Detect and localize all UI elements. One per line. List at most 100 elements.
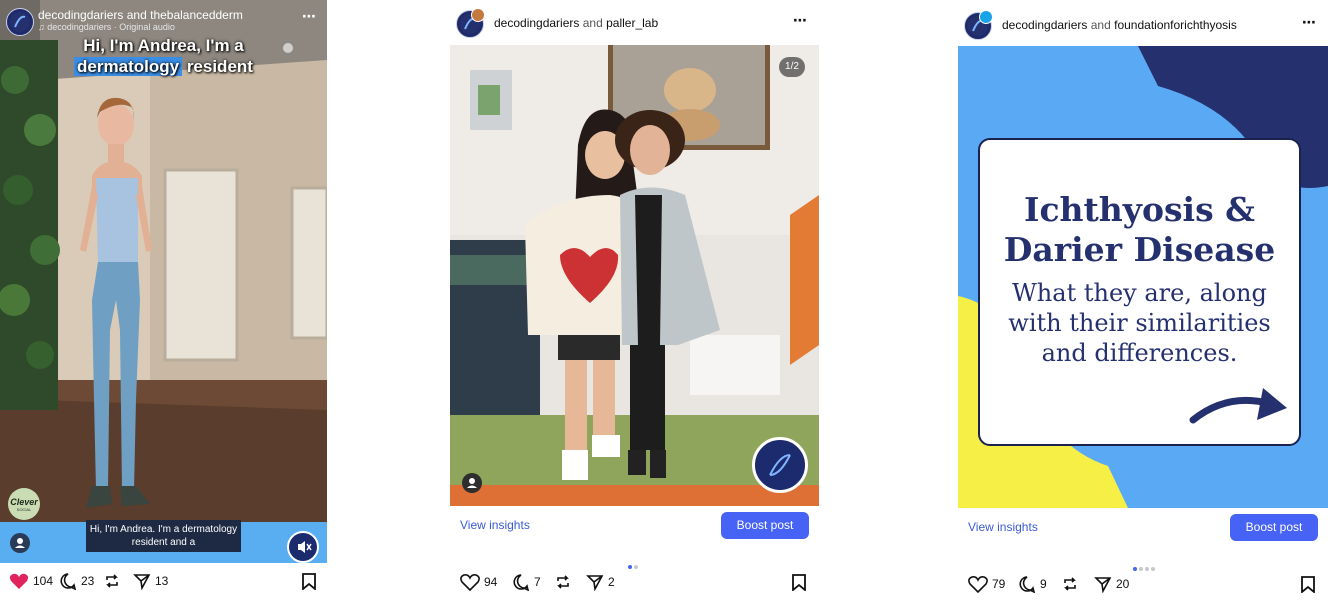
card-body-line3: and differences.: [1041, 339, 1238, 367]
conj: and: [582, 16, 603, 30]
carousel-dot: [634, 565, 638, 569]
share-button[interactable]: 13: [133, 569, 168, 593]
photo-post: decodingdariers and paller_lab ⋯ 1/2 Vie…: [450, 0, 819, 599]
comment-icon: [513, 574, 530, 591]
send-icon: [586, 575, 604, 591]
arrow-right-icon: [1189, 388, 1287, 424]
like-count: 94: [484, 575, 498, 589]
carousel-dot: [1145, 567, 1149, 571]
comment-button[interactable]: 23: [59, 569, 94, 593]
comment-icon: [60, 573, 77, 590]
author-name[interactable]: decodingdariers: [1002, 18, 1087, 32]
like-count: 104: [33, 574, 54, 588]
music-icon: ♫: [38, 22, 45, 32]
post-author-line[interactable]: decodingdariers and thebalancedderm: [38, 8, 243, 22]
conj: and: [1090, 18, 1111, 32]
share-button[interactable]: 2: [586, 570, 615, 594]
like-button[interactable]: 104: [9, 569, 53, 593]
carousel-indicator: [1133, 558, 1157, 571]
card-title-line2: Darier Disease: [1003, 230, 1276, 269]
carousel-indicator: [628, 556, 640, 569]
clinic-photo: [450, 45, 819, 506]
carousel-dot: [1151, 567, 1155, 571]
reel-caption-line1: Hi, I'm Andrea, I'm a: [83, 36, 244, 55]
share-count: 13: [155, 574, 169, 588]
boost-post-button[interactable]: Boost post: [721, 512, 809, 539]
comment-count: 7: [534, 575, 541, 589]
like-button[interactable]: 94: [460, 570, 497, 594]
reel-caption-rest: resident: [186, 57, 253, 76]
repost-button[interactable]: [103, 569, 121, 593]
carousel-card-post: decodingdariers and foundationforichthyo…: [958, 0, 1328, 599]
post-photo[interactable]: 1/2: [450, 45, 819, 506]
collaborator-avatar[interactable]: [979, 10, 993, 24]
reel-scene: [0, 0, 327, 563]
audio-label[interactable]: decodingdariers · Original audio: [47, 22, 175, 32]
carousel-dot-active: [628, 565, 632, 569]
share-button[interactable]: 20: [1094, 572, 1129, 596]
tagged-user-icon[interactable]: [10, 533, 30, 553]
boost-post-button[interactable]: Boost post: [1230, 514, 1318, 541]
reel-caption-highlight: dermatology: [74, 57, 183, 76]
collaborator-avatar[interactable]: [471, 8, 485, 22]
send-icon: [133, 574, 151, 590]
photo-action-row: 94 7 2: [450, 570, 819, 598]
dna-icon: [769, 454, 791, 476]
insights-row: View insights Boost post: [958, 508, 1328, 548]
view-insights-link[interactable]: View insights: [968, 520, 1038, 534]
card-title-line1: Ichthyosis &: [1024, 190, 1255, 229]
card-body-line2: with their similarities: [1008, 309, 1271, 337]
repost-button[interactable]: [1061, 572, 1079, 596]
share-count: 20: [1116, 577, 1130, 591]
post-card-image[interactable]: Ichthyosis & Darier Disease What they ar…: [958, 46, 1328, 508]
comment-icon: [1019, 576, 1036, 593]
dna-logo-badge: [752, 437, 808, 493]
bookmark-icon: [302, 573, 316, 590]
post-author-line[interactable]: decodingdariers and paller_lab: [494, 16, 658, 30]
post-author-line[interactable]: decodingdariers and foundationforichthyo…: [1002, 18, 1237, 32]
sticker-text: Clever: [10, 497, 38, 507]
more-options-icon[interactable]: ⋯: [793, 12, 808, 29]
repost-icon: [1064, 577, 1076, 591]
author-avatar[interactable]: [6, 8, 34, 36]
collaborator-name[interactable]: thebalancedderm: [150, 8, 243, 22]
author-name[interactable]: decodingdariers: [494, 16, 579, 30]
repost-icon: [106, 574, 118, 588]
author-name[interactable]: decodingdariers: [38, 8, 123, 22]
conj: and: [126, 8, 147, 22]
sticker-sub: SOCIAL: [16, 507, 32, 512]
send-icon: [1094, 577, 1112, 593]
reel-action-row: 104 23 13: [0, 569, 327, 597]
carousel-dot: [1139, 567, 1143, 571]
comment-button[interactable]: 7: [512, 570, 541, 594]
reel-post: decodingdariers and thebalancedderm ♫ de…: [0, 0, 327, 599]
reel-caption-line2: dermatology resident: [0, 57, 327, 77]
speaker-muted-icon: [298, 541, 312, 553]
save-button[interactable]: [790, 570, 808, 594]
card-action-row: 79 9 20: [958, 572, 1328, 600]
view-insights-link[interactable]: View insights: [460, 518, 530, 532]
save-button[interactable]: [1299, 572, 1317, 596]
more-options-icon[interactable]: ⋯: [1302, 14, 1317, 31]
comment-button[interactable]: 9: [1018, 572, 1047, 596]
mute-toggle-button[interactable]: [287, 531, 319, 563]
collaborator-name[interactable]: foundationforichthyosis: [1114, 18, 1237, 32]
like-count: 79: [992, 577, 1006, 591]
repost-button[interactable]: [554, 570, 572, 594]
save-button[interactable]: [300, 569, 318, 593]
share-count: 2: [608, 575, 615, 589]
carousel-counter: 1/2: [779, 57, 805, 77]
more-options-icon[interactable]: ⋯: [302, 8, 317, 25]
tagged-user-icon[interactable]: [462, 473, 482, 493]
comment-count: 23: [81, 574, 95, 588]
insights-row: View insights Boost post: [450, 506, 819, 546]
like-button[interactable]: 79: [968, 572, 1005, 596]
clever-social-sticker: Clever SOCIAL: [8, 488, 40, 520]
card-body-line1: What they are, along: [1012, 279, 1267, 307]
reel-video[interactable]: decodingdariers and thebalancedderm ♫ de…: [0, 0, 327, 563]
collaborator-name[interactable]: paller_lab: [606, 16, 658, 30]
audio-line[interactable]: ♫ decodingdariers · Original audio: [38, 22, 175, 32]
heart-outline-icon: [460, 574, 480, 591]
carousel-dot-active: [1133, 567, 1137, 571]
repost-icon: [557, 575, 569, 589]
